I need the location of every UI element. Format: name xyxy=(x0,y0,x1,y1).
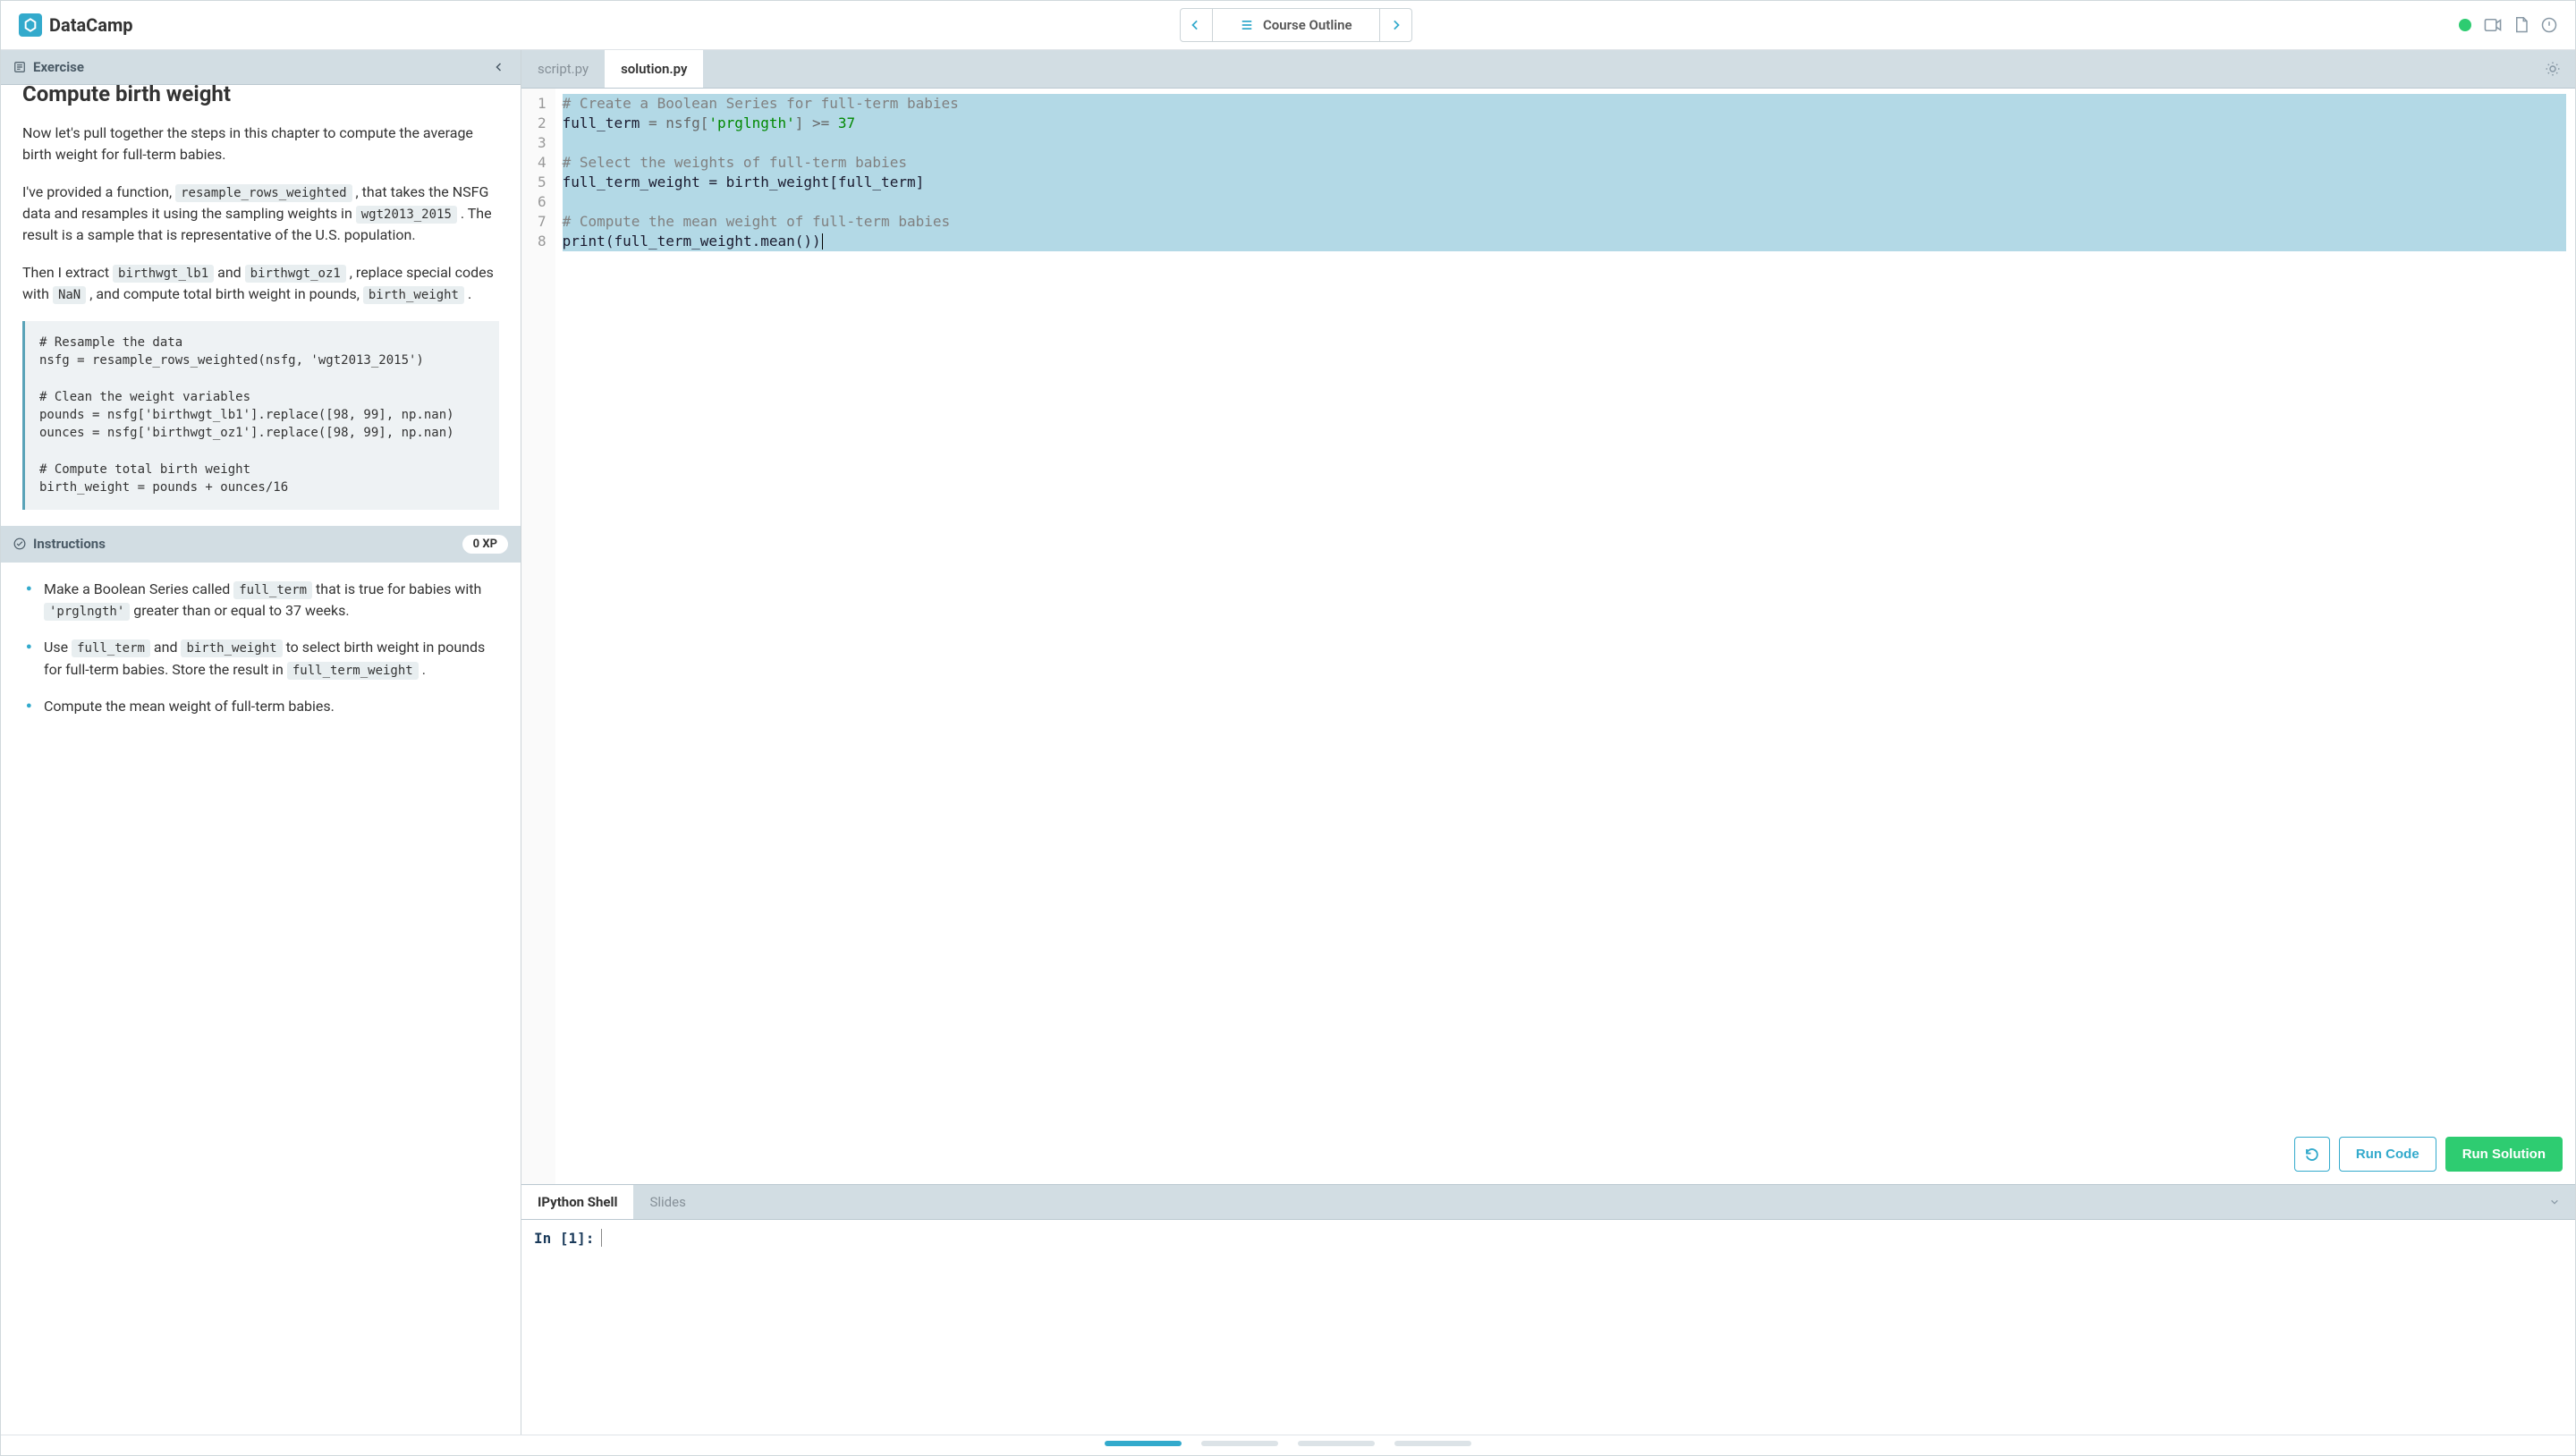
progress-bar xyxy=(1,1435,2575,1455)
progress-segment[interactable] xyxy=(1201,1441,1278,1446)
course-outline-button[interactable]: Course Outline xyxy=(1213,9,1379,41)
reset-button[interactable] xyxy=(2294,1137,2330,1172)
prompt-cursor xyxy=(601,1229,602,1247)
exercise-body[interactable]: Compute birth weight Now let's pull toge… xyxy=(1,85,521,1435)
instructions-label-text: Instructions xyxy=(33,536,106,552)
instructions-list: Make a Boolean Series called full_term t… xyxy=(22,563,499,718)
exercise-p3: Then I extract birthwgt_lb1 and birthwgt… xyxy=(22,262,499,305)
inline-code: full_term xyxy=(233,581,312,599)
document-icon[interactable] xyxy=(2514,17,2529,33)
inline-code: full_term_weight xyxy=(287,662,419,680)
exercise-label-text: Exercise xyxy=(33,59,84,75)
undo-icon xyxy=(2304,1147,2320,1163)
editor-area[interactable]: 12345678 # Create a Boolean Series for f… xyxy=(521,89,2575,1184)
brand: DataCamp xyxy=(19,13,133,37)
sample-code-block: # Resample the data nsfg = resample_rows… xyxy=(22,321,499,510)
progress-segment[interactable] xyxy=(1394,1441,1471,1446)
inline-code: full_term xyxy=(72,639,150,657)
next-arrow-button[interactable] xyxy=(1379,9,1411,41)
inline-code: birthwgt_lb1 xyxy=(113,265,214,283)
prev-arrow-button[interactable] xyxy=(1181,9,1213,41)
shell-collapse-button[interactable] xyxy=(2534,1198,2575,1206)
inline-code: wgt2013_2015 xyxy=(356,206,457,224)
run-code-button[interactable]: Run Code xyxy=(2339,1137,2436,1172)
chevron-down-icon xyxy=(2548,1198,2561,1206)
line-gutter: 12345678 xyxy=(521,89,555,1184)
editor-actions: Run Code Run Solution xyxy=(2294,1137,2563,1172)
code-content[interactable]: # Create a Boolean Series for full-term … xyxy=(555,89,2575,1184)
exercise-title: Compute birth weight xyxy=(22,85,499,106)
brand-icon xyxy=(19,13,42,37)
info-icon[interactable] xyxy=(2541,17,2557,33)
shell-body[interactable]: In [1]: xyxy=(521,1220,2575,1435)
course-nav: Course Outline xyxy=(1180,8,1412,42)
exercise-p1: Now let's pull together the steps in thi… xyxy=(22,123,499,165)
inline-code: NaN xyxy=(53,286,86,304)
menu-icon xyxy=(1240,19,1254,31)
shell-tabs: IPython Shell Slides xyxy=(521,1184,2575,1220)
editor-tabs: script.py solution.py xyxy=(521,50,2575,89)
tab-ipython[interactable]: IPython Shell xyxy=(521,1185,633,1219)
topbar: DataCamp Course Outline xyxy=(1,1,2575,50)
xp-badge: 0 XP xyxy=(462,535,508,554)
exercise-icon xyxy=(13,61,26,73)
inline-code: birth_weight xyxy=(363,286,464,304)
collapse-left-button[interactable] xyxy=(490,61,508,73)
list-item: Compute the mean weight of full-term bab… xyxy=(26,696,499,718)
exercise-p2: I've provided a function, resample_rows_… xyxy=(22,182,499,246)
list-item: Use full_term and birth_weight to select… xyxy=(26,637,499,681)
inline-code: 'prglngth' xyxy=(44,603,130,621)
tab-slides[interactable]: Slides xyxy=(633,1185,701,1219)
check-circle-icon xyxy=(13,538,26,550)
progress-segment[interactable] xyxy=(1298,1441,1375,1446)
run-solution-button[interactable]: Run Solution xyxy=(2445,1137,2563,1172)
inline-code: birth_weight xyxy=(181,639,282,657)
topbar-right xyxy=(2459,17,2557,33)
inline-code: resample_rows_weighted xyxy=(175,184,352,202)
theme-toggle-icon[interactable] xyxy=(2530,61,2575,77)
course-outline-label: Course Outline xyxy=(1263,17,1352,33)
status-dot-icon xyxy=(2459,19,2471,31)
progress-segment[interactable] xyxy=(1105,1441,1182,1446)
instructions-header: Instructions 0 XP xyxy=(1,526,521,563)
exercise-header: Exercise xyxy=(1,50,521,85)
right-panel: script.py solution.py 12345678 # Create … xyxy=(521,50,2575,1435)
tab-script[interactable]: script.py xyxy=(521,50,605,88)
tab-solution[interactable]: solution.py xyxy=(605,50,703,88)
list-item: Make a Boolean Series called full_term t… xyxy=(26,579,499,623)
video-icon[interactable] xyxy=(2484,19,2502,31)
shell-prompt: In [1]: xyxy=(534,1229,2563,1247)
left-panel: Exercise Compute birth weight Now let's … xyxy=(1,50,521,1435)
brand-text: DataCamp xyxy=(49,14,133,36)
prompt-label: In [1]: xyxy=(534,1230,594,1247)
text-cursor xyxy=(822,233,823,250)
inline-code: birthwgt_oz1 xyxy=(245,265,346,283)
